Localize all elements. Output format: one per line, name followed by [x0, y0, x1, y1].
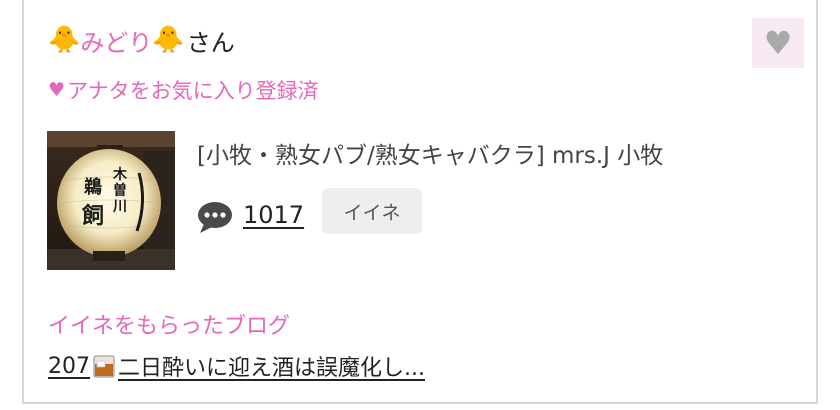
liked-blog-link[interactable]: 207 二日酔いに迎え酒は誤魔化し... — [48, 350, 425, 382]
svg-text:曽: 曽 — [113, 182, 127, 199]
chick-emoji-icon: 🐥 — [152, 25, 185, 55]
iine-button[interactable]: イイネ — [322, 188, 422, 234]
heart-icon: ♥ — [48, 79, 66, 101]
user-honorific: さん — [186, 28, 235, 57]
user-name[interactable]: みどり — [80, 23, 152, 58]
svg-text:木: 木 — [112, 166, 128, 183]
shop-name[interactable]: [小牧・熟女パブ/熟女キャバクラ] mrs.J 小牧 — [197, 136, 663, 170]
favorite-status: ♥ アナタをお気に入り登録済 — [48, 75, 319, 105]
speech-bubble-icon — [198, 202, 232, 233]
liked-blog-heading: イイネをもらったブログ — [48, 314, 291, 339]
svg-text:飼: 飼 — [81, 203, 104, 229]
chick-emoji-icon: 🐥 — [48, 25, 81, 55]
lantern-photo: 鵜 飼 木 曽 川 — [47, 131, 175, 270]
shop-thumbnail[interactable]: 鵜 飼 木 曽 川 — [47, 131, 175, 270]
whisky-glass-icon — [93, 355, 115, 378]
blog-title: 二日酔いに迎え酒は誤魔化し... — [118, 356, 425, 381]
member-card: 🐥 みどり 🐥 さん ♥ ♥ アナタをお気に入り登録済 鵜 飼 木 曽 川 [小… — [22, 0, 818, 404]
user-row: 🐥 みどり 🐥 さん — [48, 22, 235, 58]
favorite-button[interactable]: ♥ — [752, 18, 804, 68]
svg-text:川: 川 — [112, 199, 127, 215]
blog-number: 207 — [48, 353, 90, 379]
svg-text:鵜: 鵜 — [83, 176, 102, 198]
favorite-status-text: アナタをお気に入り登録済 — [67, 79, 319, 103]
heart-icon: ♥ — [763, 24, 793, 62]
comment-count-link[interactable]: 1017 — [243, 201, 304, 229]
